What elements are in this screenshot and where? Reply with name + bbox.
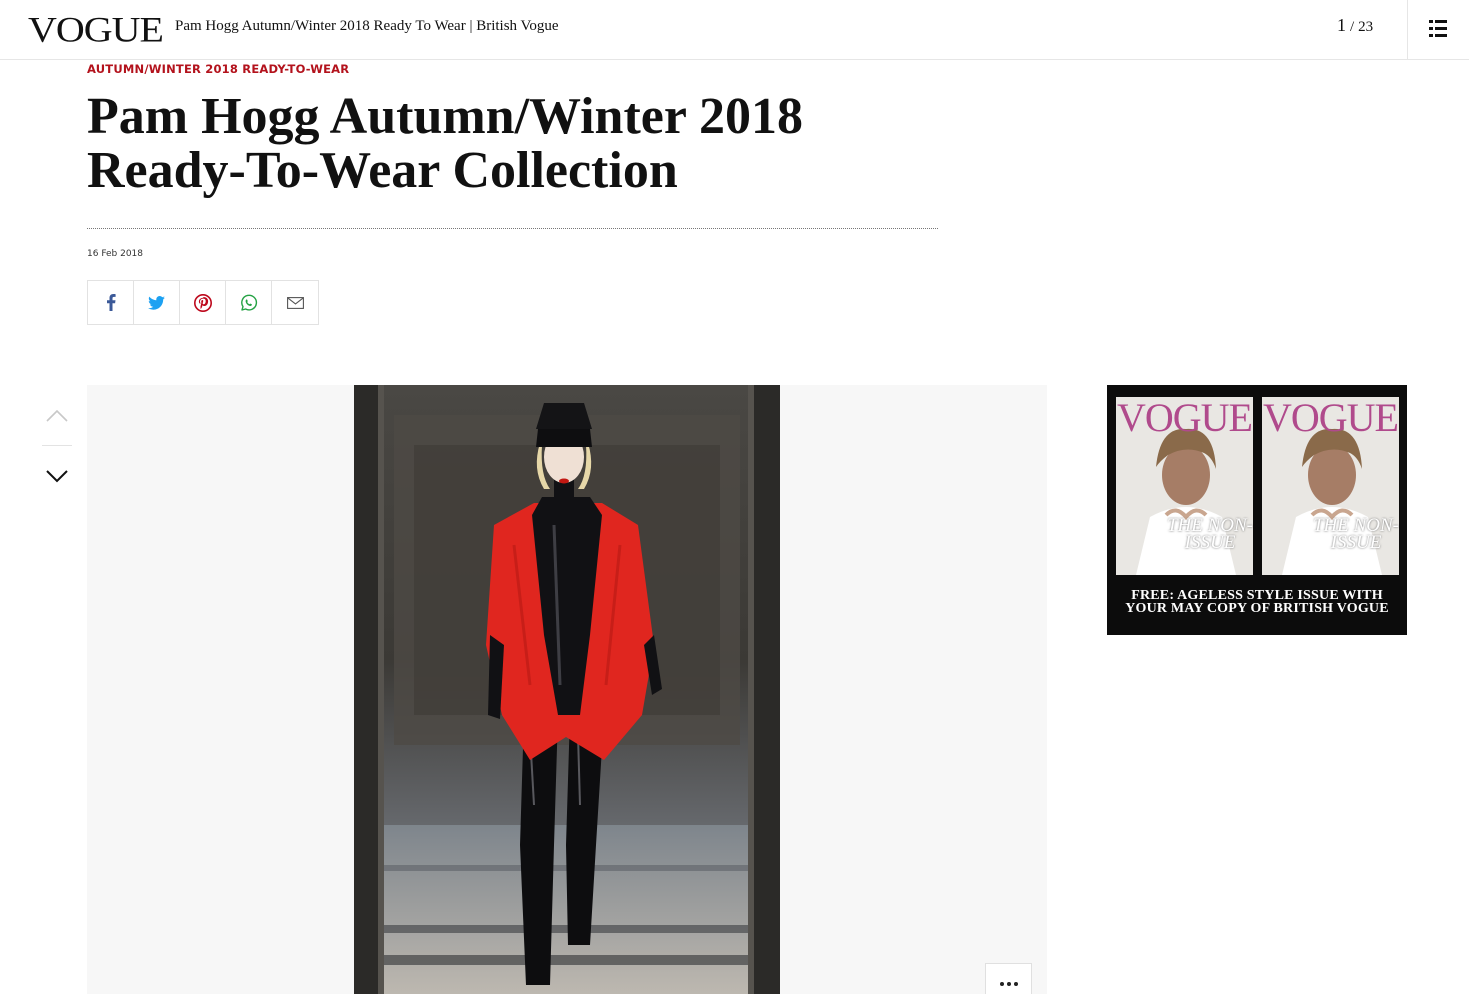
chevron-down-icon (46, 470, 68, 483)
cover-logo: VOGUE (1263, 397, 1399, 440)
next-image-button[interactable] (42, 460, 72, 494)
pinterest-icon (193, 293, 212, 312)
menu-button[interactable] (1407, 0, 1467, 59)
email-icon (286, 296, 304, 309)
runway-photo[interactable] (354, 385, 780, 994)
nav-divider (42, 445, 72, 446)
counter-current: 1 (1337, 15, 1346, 35)
headline-line-2: Ready-To-Wear Collection (87, 142, 678, 199)
more-options-icon-dot (1013, 982, 1018, 986)
more-options-icon-dot (1006, 982, 1011, 986)
runway-photo-image (354, 385, 780, 994)
cover-headline: THE NON-ISSUE (1312, 515, 1399, 553)
gallery-counter: 1/23 (1337, 15, 1373, 36)
gallery-image-stage (87, 385, 1047, 994)
share-email-button[interactable] (272, 281, 318, 324)
page-title: Pam Hogg Autumn/Winter 2018 Ready To Wea… (175, 18, 559, 34)
share-pinterest-button[interactable] (180, 281, 226, 324)
top-bar: VOGUE Pam Hogg Autumn/Winter 2018 Ready … (0, 0, 1469, 60)
ad-text-line-2: YOUR MAY COPY OF BRITISH VOGUE (1125, 601, 1389, 616)
more-options-button[interactable] (985, 963, 1032, 994)
previous-image-button[interactable] (42, 398, 72, 432)
ad-text: FREE: AGELESS STYLE ISSUE WITH YOUR MAY … (1107, 589, 1407, 616)
publish-date: 16 Feb 2018 (87, 249, 144, 259)
share-whatsapp-button[interactable] (226, 281, 272, 324)
header-divider (87, 228, 938, 229)
more-options-icon (999, 982, 1004, 986)
subscription-ad[interactable]: VOGUE THE NON-ISSUE VOGUE THE NON-ISSUE … (1107, 385, 1407, 635)
magazine-cover-1: VOGUE THE NON-ISSUE (1116, 397, 1253, 575)
cover-logo: VOGUE (1117, 397, 1253, 440)
headline-line-1: Pam Hogg Autumn/Winter 2018 (87, 88, 804, 145)
share-twitter-button[interactable] (134, 281, 180, 324)
whatsapp-icon (240, 294, 257, 311)
article-kicker-link[interactable]: AUTUMN/WINTER 2018 READY-TO-WEAR (87, 62, 349, 76)
cover-headline: THE NON-ISSUE (1166, 515, 1253, 553)
vogue-logo[interactable]: VOGUE (28, 12, 164, 48)
share-bar (87, 280, 319, 325)
counter-total: 23 (1358, 19, 1374, 35)
counter-separator: / (1350, 19, 1355, 35)
article-headline: Pam Hogg Autumn/Winter 2018 Ready-To-Wea… (87, 90, 887, 198)
list-menu-icon (1429, 20, 1447, 37)
facebook-icon (106, 294, 116, 311)
magazine-cover-2: VOGUE THE NON-ISSUE (1262, 397, 1399, 575)
share-facebook-button[interactable] (88, 281, 134, 324)
twitter-icon (148, 295, 165, 310)
chevron-up-icon (46, 409, 68, 422)
